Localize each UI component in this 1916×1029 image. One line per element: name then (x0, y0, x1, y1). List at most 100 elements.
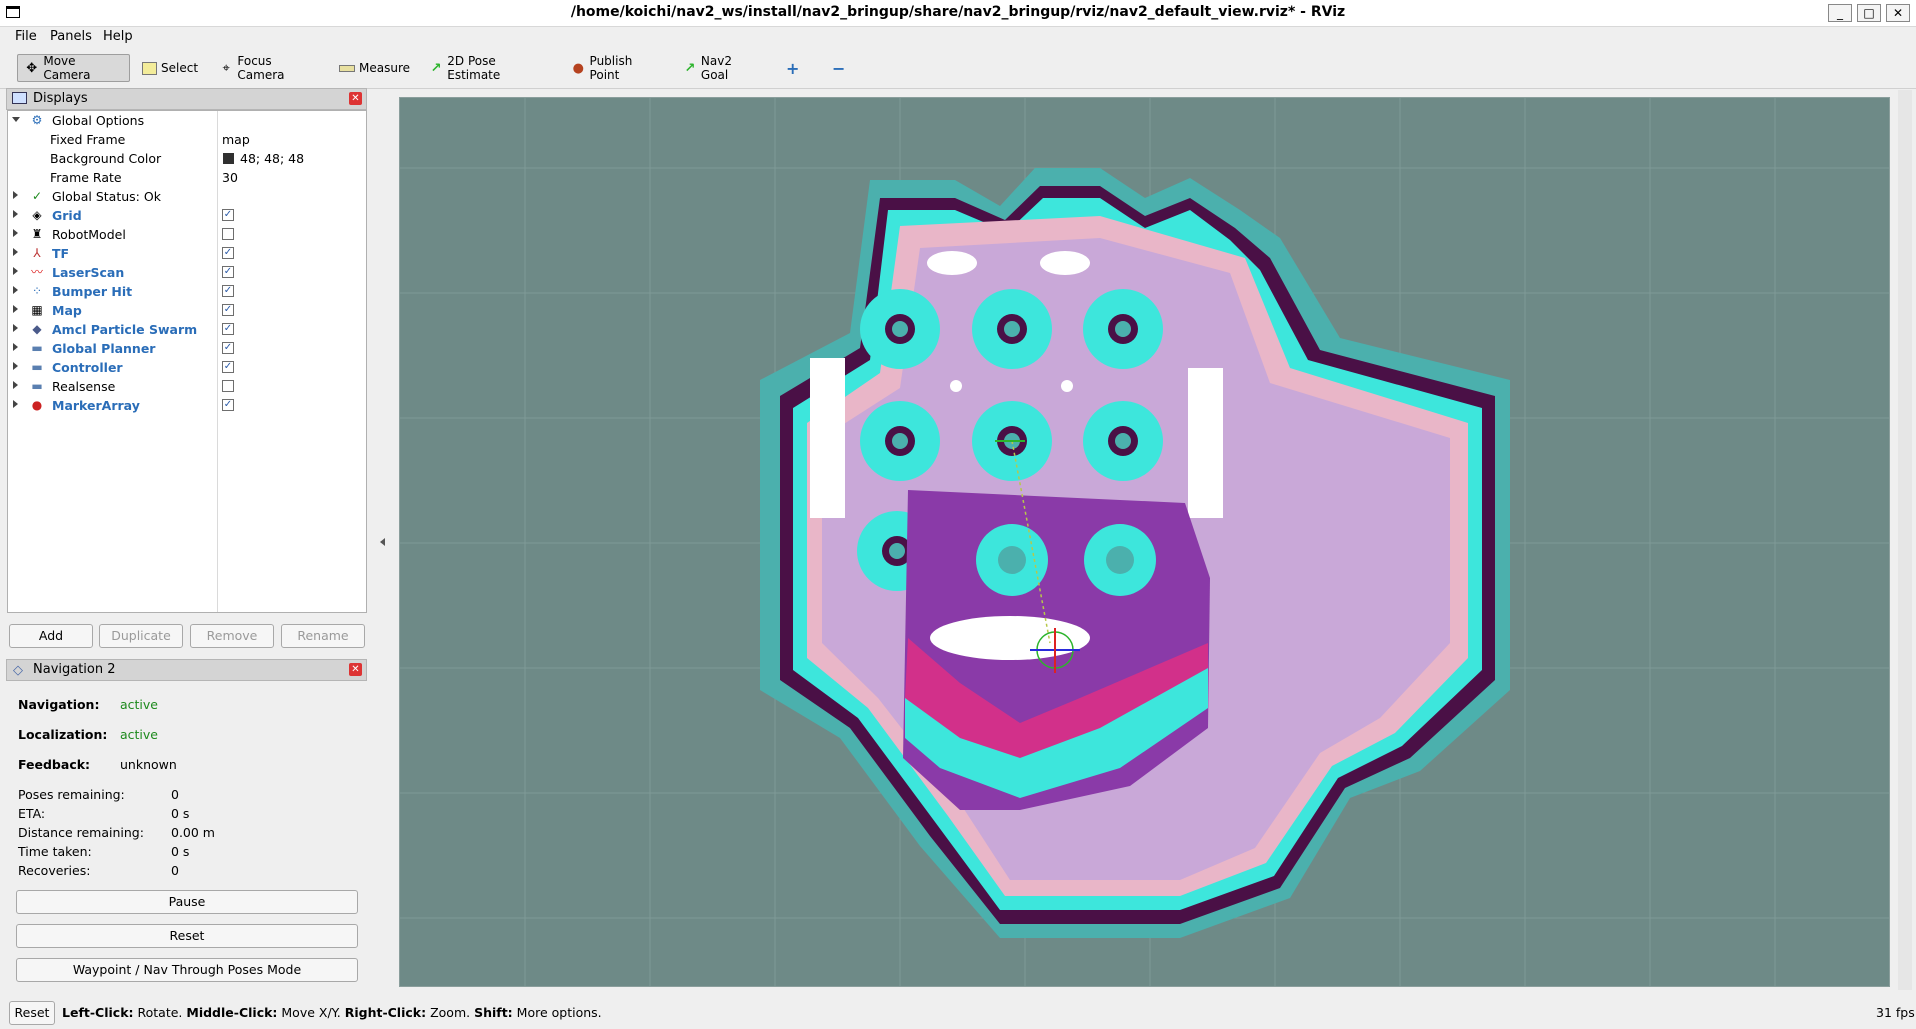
map-pin-icon: ● (572, 60, 584, 76)
fps-counter: 31 fps (1876, 1005, 1915, 1020)
right-click-desc: Zoom. (426, 1005, 475, 1020)
maximize-button[interactable]: □ (1857, 4, 1881, 22)
close-window-button[interactable]: ✕ (1886, 4, 1910, 22)
display-row-grid[interactable]: ◈ Grid ✓ (8, 206, 366, 225)
display-row-amcl-particle-swarm[interactable]: ◆ Amcl Particle Swarm ✓ (8, 320, 366, 339)
rename-display-button[interactable]: Rename (281, 624, 365, 648)
menu-file[interactable]: File (15, 29, 37, 44)
feedback-status: unknown (120, 757, 177, 772)
laserscan-icon: 〰 (30, 265, 43, 279)
eta-value: 0 s (171, 806, 190, 821)
pose-estimate-tool[interactable]: ↗ 2D Pose Estimate (423, 54, 547, 82)
pose-estimate-label: 2D Pose Estimate (447, 54, 501, 82)
collapse-left-icon[interactable] (380, 538, 385, 546)
amcl-checkbox[interactable]: ✓ (222, 323, 234, 335)
add-tool-button[interactable]: + (780, 54, 802, 82)
duplicate-display-button[interactable]: Duplicate (99, 624, 183, 648)
display-row-global-options[interactable]: ⚙ Global Options (8, 111, 366, 130)
nav2-goal-tool[interactable]: ↗ Nav2 Goal (677, 54, 761, 82)
navigation-label: Navigation: (18, 697, 100, 712)
robotmodel-checkbox[interactable] (222, 228, 234, 240)
select-label: Select (161, 61, 199, 75)
remove-tool-button[interactable]: − (826, 54, 848, 82)
shift-label: Shift: (474, 1005, 513, 1020)
add-display-button[interactable]: Add (9, 624, 93, 648)
marker-array-icon: ● (31, 398, 43, 412)
close-panel-icon[interactable]: ✕ (349, 663, 362, 676)
publish-point-tool[interactable]: ● Publish Point (565, 54, 665, 82)
frame-rate-value[interactable]: 30 (222, 170, 238, 185)
display-row-map[interactable]: ▦ Map ✓ (8, 301, 366, 320)
status-bar: Reset Left-Click: Rotate. Middle-Click: … (0, 1000, 1916, 1029)
menu-help[interactable]: Help (103, 29, 133, 44)
display-row-markerarray[interactable]: ● MarkerArray ✓ (8, 396, 366, 415)
property-background-color[interactable]: Background Color 48; 48; 48 (8, 149, 366, 168)
laserscan-checkbox[interactable]: ✓ (222, 266, 234, 278)
waypoint-mode-button[interactable]: Waypoint / Nav Through Poses Mode (16, 958, 358, 982)
poses-remaining-label: Poses remaining: (18, 787, 125, 802)
global-planner-checkbox[interactable]: ✓ (222, 342, 234, 354)
minimize-button[interactable]: _ (1828, 4, 1852, 22)
realsense-checkbox[interactable] (222, 380, 234, 392)
gear-icon: ⚙ (31, 113, 43, 127)
property-fixed-frame[interactable]: Fixed Frame map (8, 130, 366, 149)
diamond-icon: ◇ (13, 663, 23, 678)
close-panel-icon[interactable]: ✕ (349, 92, 362, 105)
property-frame-rate[interactable]: Frame Rate 30 (8, 168, 366, 187)
pose-array-icon: ◆ (32, 322, 42, 336)
measure-tool[interactable]: Measure (333, 54, 413, 82)
display-row-tf[interactable]: ⅄ TF ✓ (8, 244, 366, 263)
pause-button[interactable]: Pause (16, 890, 358, 914)
point-cloud-icon: ⁘ (31, 284, 43, 298)
middle-click-label: Middle-Click: (186, 1005, 278, 1020)
navigation-status: active (120, 697, 158, 712)
folder-icon: ▬ (31, 360, 43, 374)
move-camera-icon: ✥ (26, 60, 38, 76)
fixed-frame-value[interactable]: map (222, 132, 250, 147)
robot-model-icon: ♜ (31, 227, 43, 241)
background-color-value[interactable]: 48; 48; 48 (240, 151, 304, 166)
check-icon: ✓ (31, 189, 43, 203)
feedback-label: Feedback: (18, 757, 91, 772)
localization-status: active (120, 727, 158, 742)
map-render (400, 98, 1889, 986)
focus-camera-tool[interactable]: ⌖ Focus Camera (213, 54, 320, 82)
distance-remaining-value: 0.00 m (171, 825, 215, 840)
tf-axes-icon: ⅄ (33, 246, 41, 260)
display-row-global-status[interactable]: ✓ Global Status: Ok (8, 187, 366, 206)
tf-checkbox[interactable]: ✓ (222, 247, 234, 259)
display-row-robotmodel[interactable]: ♜ RobotModel (8, 225, 366, 244)
map-icon: ▦ (31, 303, 43, 317)
goal-arrow-icon: ↗ (684, 60, 696, 76)
shift-desc: More options. (512, 1005, 602, 1020)
view-reset-button[interactable]: Reset (9, 1001, 55, 1025)
toolbar: ✥ Move Camera Select ⌖ Focus Camera Meas… (0, 48, 1916, 89)
controller-checkbox[interactable]: ✓ (222, 361, 234, 373)
mouse-help-text: Left-Click: Rotate. Middle-Click: Move X… (62, 1005, 602, 1020)
display-row-global-planner[interactable]: ▬ Global Planner ✓ (8, 339, 366, 358)
move-camera-label: Move Camera (43, 54, 91, 82)
grid-icon: ◈ (32, 208, 42, 222)
recoveries-label: Recoveries: (18, 863, 91, 878)
display-row-bumper-hit[interactable]: ⁘ Bumper Hit ✓ (8, 282, 366, 301)
time-taken-value: 0 s (171, 844, 190, 859)
color-swatch[interactable] (223, 153, 234, 164)
display-row-realsense[interactable]: ▬ Realsense (8, 377, 366, 396)
grid-checkbox[interactable]: ✓ (222, 209, 234, 221)
nav-reset-button[interactable]: Reset (16, 924, 358, 948)
markerarray-checkbox[interactable]: ✓ (222, 399, 234, 411)
menu-panels[interactable]: Panels (50, 29, 92, 44)
navigation-panel-header: ◇ Navigation 2 ✕ (6, 659, 367, 681)
remove-display-button[interactable]: Remove (190, 624, 274, 648)
nav2-goal-label: Nav2 Goal (700, 54, 732, 82)
move-camera-tool[interactable]: ✥ Move Camera (17, 54, 130, 82)
map-checkbox[interactable]: ✓ (222, 304, 234, 316)
render-viewport[interactable] (399, 97, 1890, 987)
left-click-label: Left-Click: (62, 1005, 134, 1020)
bumper-hit-checkbox[interactable]: ✓ (222, 285, 234, 297)
display-row-controller[interactable]: ▬ Controller ✓ (8, 358, 366, 377)
select-tool[interactable]: Select (136, 54, 200, 82)
display-row-laserscan[interactable]: 〰 LaserScan ✓ (8, 263, 366, 282)
window-title: /home/koichi/nav2_ws/install/nav2_bringu… (570, 4, 1346, 20)
displays-tree: ⚙ Global Options Fixed Frame map Backgro… (7, 110, 367, 613)
